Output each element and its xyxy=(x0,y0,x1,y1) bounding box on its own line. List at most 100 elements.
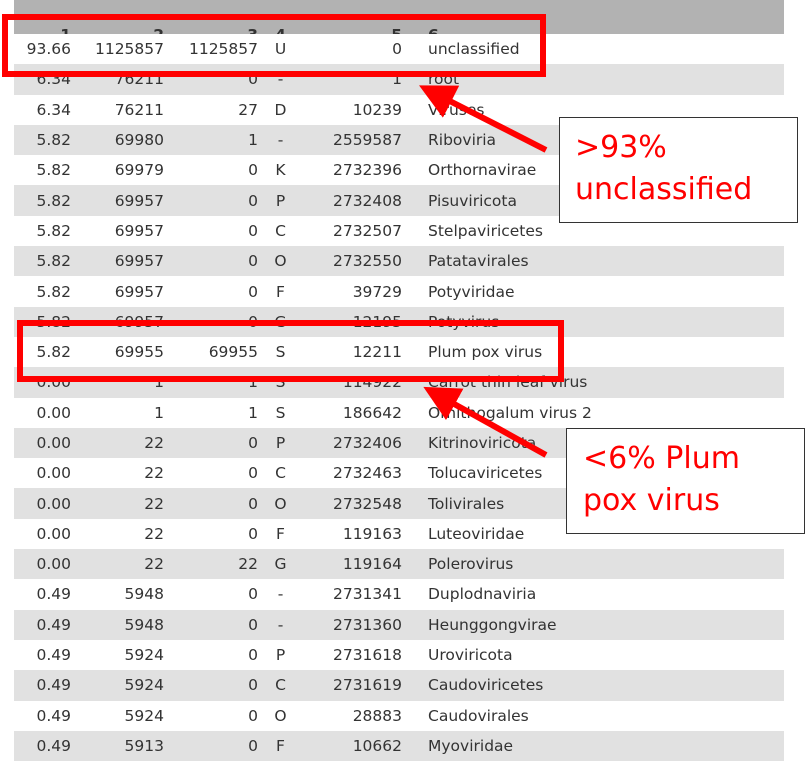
taxon-reads-cell: 0 xyxy=(248,646,258,665)
rank-cell: - xyxy=(277,615,284,634)
rank-cell: O xyxy=(274,494,287,513)
taxon-reads-cell: 1 xyxy=(248,131,258,150)
taxid-cell: 2732406 xyxy=(332,434,402,452)
callout-unclassified-line1: >93% xyxy=(575,130,667,165)
taxid-cell: 28883 xyxy=(352,706,402,725)
percent-cell: 0.00 xyxy=(36,524,71,543)
name-cell: Caudoviricetes xyxy=(428,676,544,695)
highlight-plum-pox-row xyxy=(17,320,564,382)
taxon-reads-cell: 0 xyxy=(248,585,258,604)
percent-cell: 0.49 xyxy=(36,676,71,695)
taxid-cell: 2732408 xyxy=(332,191,402,210)
callout-plum-pox-line1: <6% Plum xyxy=(583,441,740,476)
callout-plum-pox-line2: pox virus xyxy=(583,483,720,518)
clade-reads-cell: 5913 xyxy=(124,736,164,755)
rank-cell: C xyxy=(275,464,286,483)
name-cell: Polerovirus xyxy=(428,555,514,574)
name-cell: Ornithogalum virus 2 xyxy=(428,403,592,422)
clade-reads-cell: 5924 xyxy=(124,706,164,725)
taxid-cell: 2731360 xyxy=(332,615,402,634)
taxon-reads-cell: 0 xyxy=(248,221,258,240)
rank-cell: D xyxy=(274,100,287,119)
taxid-cell: 39729 xyxy=(352,282,402,301)
taxid-cell: 2732507 xyxy=(332,221,402,240)
clade-reads-cell: 69979 xyxy=(114,161,164,180)
rank-cell: P xyxy=(275,434,286,452)
rank-cell: P xyxy=(275,646,286,665)
table-row: 0.00 22 22 G 119164 Polerovirus xyxy=(14,549,784,580)
taxon-reads-cell: 27 xyxy=(238,100,258,119)
table-row: 0.00 1 1 S 186642 Ornithogalum virus 2 xyxy=(14,398,784,428)
clade-reads-cell: 69957 xyxy=(114,191,164,210)
rank-cell: F xyxy=(276,282,285,301)
name-cell: Uroviricota xyxy=(428,646,513,665)
name-cell: Heunggongvirae xyxy=(428,615,557,634)
percent-cell: 0.00 xyxy=(36,403,71,422)
name-cell: Patatavirales xyxy=(428,252,529,271)
taxon-reads-cell: 0 xyxy=(248,161,258,180)
percent-cell: 0.49 xyxy=(36,585,71,604)
name-cell: Duplodnaviria xyxy=(428,585,537,604)
percent-cell: 5.82 xyxy=(36,161,71,180)
taxon-reads-cell: 0 xyxy=(248,434,258,452)
taxid-cell: 2732396 xyxy=(332,161,402,180)
clade-reads-cell: 5924 xyxy=(124,646,164,665)
name-cell: Caudovirales xyxy=(428,706,529,725)
rank-cell: O xyxy=(274,706,287,725)
taxid-cell: 2559587 xyxy=(332,131,402,150)
clade-reads-cell: 69957 xyxy=(114,252,164,271)
taxon-reads-cell: 22 xyxy=(238,555,258,574)
rank-cell: F xyxy=(276,736,285,755)
taxon-reads-cell: 0 xyxy=(248,282,258,301)
taxon-reads-cell: 1 xyxy=(248,403,258,422)
name-cell: Myoviridae xyxy=(428,736,514,755)
clade-reads-cell: 5948 xyxy=(124,615,164,634)
percent-cell: 5.82 xyxy=(36,221,71,240)
rank-cell: K xyxy=(275,161,286,180)
rank-cell: S xyxy=(275,403,286,422)
table-row: 0.49 5948 0- 2731341 Duplodnaviria xyxy=(14,579,784,609)
rank-cell: O xyxy=(274,252,287,271)
table-row: 0.49 5948 0- 2731360 Heunggongvirae xyxy=(14,609,784,640)
table-row: 5.82 69957 0 F 39729 Potyviridae xyxy=(14,276,784,306)
percent-cell: 6.34 xyxy=(36,100,71,119)
percent-cell: 5.82 xyxy=(36,131,71,150)
taxon-reads-cell: 0 xyxy=(248,524,258,543)
callout-plum-pox: <6% Plum pox virus xyxy=(566,428,805,534)
percent-cell: 0.49 xyxy=(36,736,71,755)
highlight-unclassified-row xyxy=(2,14,546,77)
taxid-cell: 119164 xyxy=(342,555,402,574)
taxid-cell: 186642 xyxy=(342,403,402,422)
clade-reads-cell: 76211 xyxy=(114,100,164,119)
percent-cell: 0.49 xyxy=(36,615,71,634)
percent-cell: 5.82 xyxy=(36,191,71,210)
taxid-cell: 2731618 xyxy=(332,646,402,665)
taxon-reads-cell: 0 xyxy=(248,676,258,695)
percent-cell: 0.49 xyxy=(36,646,71,665)
rank-cell: F xyxy=(276,524,285,543)
table-row: 5.82 69957 0 O 2732550 Patatavirales xyxy=(14,246,784,277)
rank-cell: P xyxy=(275,191,286,210)
clade-reads-cell: 22 xyxy=(144,555,164,574)
taxon-reads-cell: 0 xyxy=(248,615,258,634)
taxid-cell: 2731341 xyxy=(332,585,402,604)
table-row: 0.49 5924 0 C 2731619 Caudoviricetes xyxy=(14,670,784,701)
clade-reads-cell: 69957 xyxy=(114,282,164,301)
rank-cell: G xyxy=(274,555,287,574)
table-row: 0.49 5924 0 O 28883 Caudovirales xyxy=(14,701,784,731)
taxon-reads-cell: 0 xyxy=(248,494,258,513)
taxid-cell: 2731619 xyxy=(332,676,402,695)
clade-reads-cell: 69980 xyxy=(114,131,164,150)
clade-reads-cell: 22 xyxy=(144,524,164,543)
callout-unclassified-line2: unclassified xyxy=(575,172,753,207)
percent-cell: 0.00 xyxy=(36,494,71,513)
clade-reads-cell: 5924 xyxy=(124,676,164,695)
taxon-reads-cell: 0 xyxy=(248,464,258,483)
taxid-cell: 2732463 xyxy=(332,464,402,483)
clade-reads-cell: 22 xyxy=(144,434,164,452)
percent-cell: 5.82 xyxy=(36,252,71,271)
name-cell: Potyviridae xyxy=(428,282,515,301)
rank-cell: C xyxy=(275,221,286,240)
table-row: 0.49 5913 0 F 10662 Myoviridae xyxy=(14,730,784,762)
percent-cell: 0.00 xyxy=(36,434,71,452)
